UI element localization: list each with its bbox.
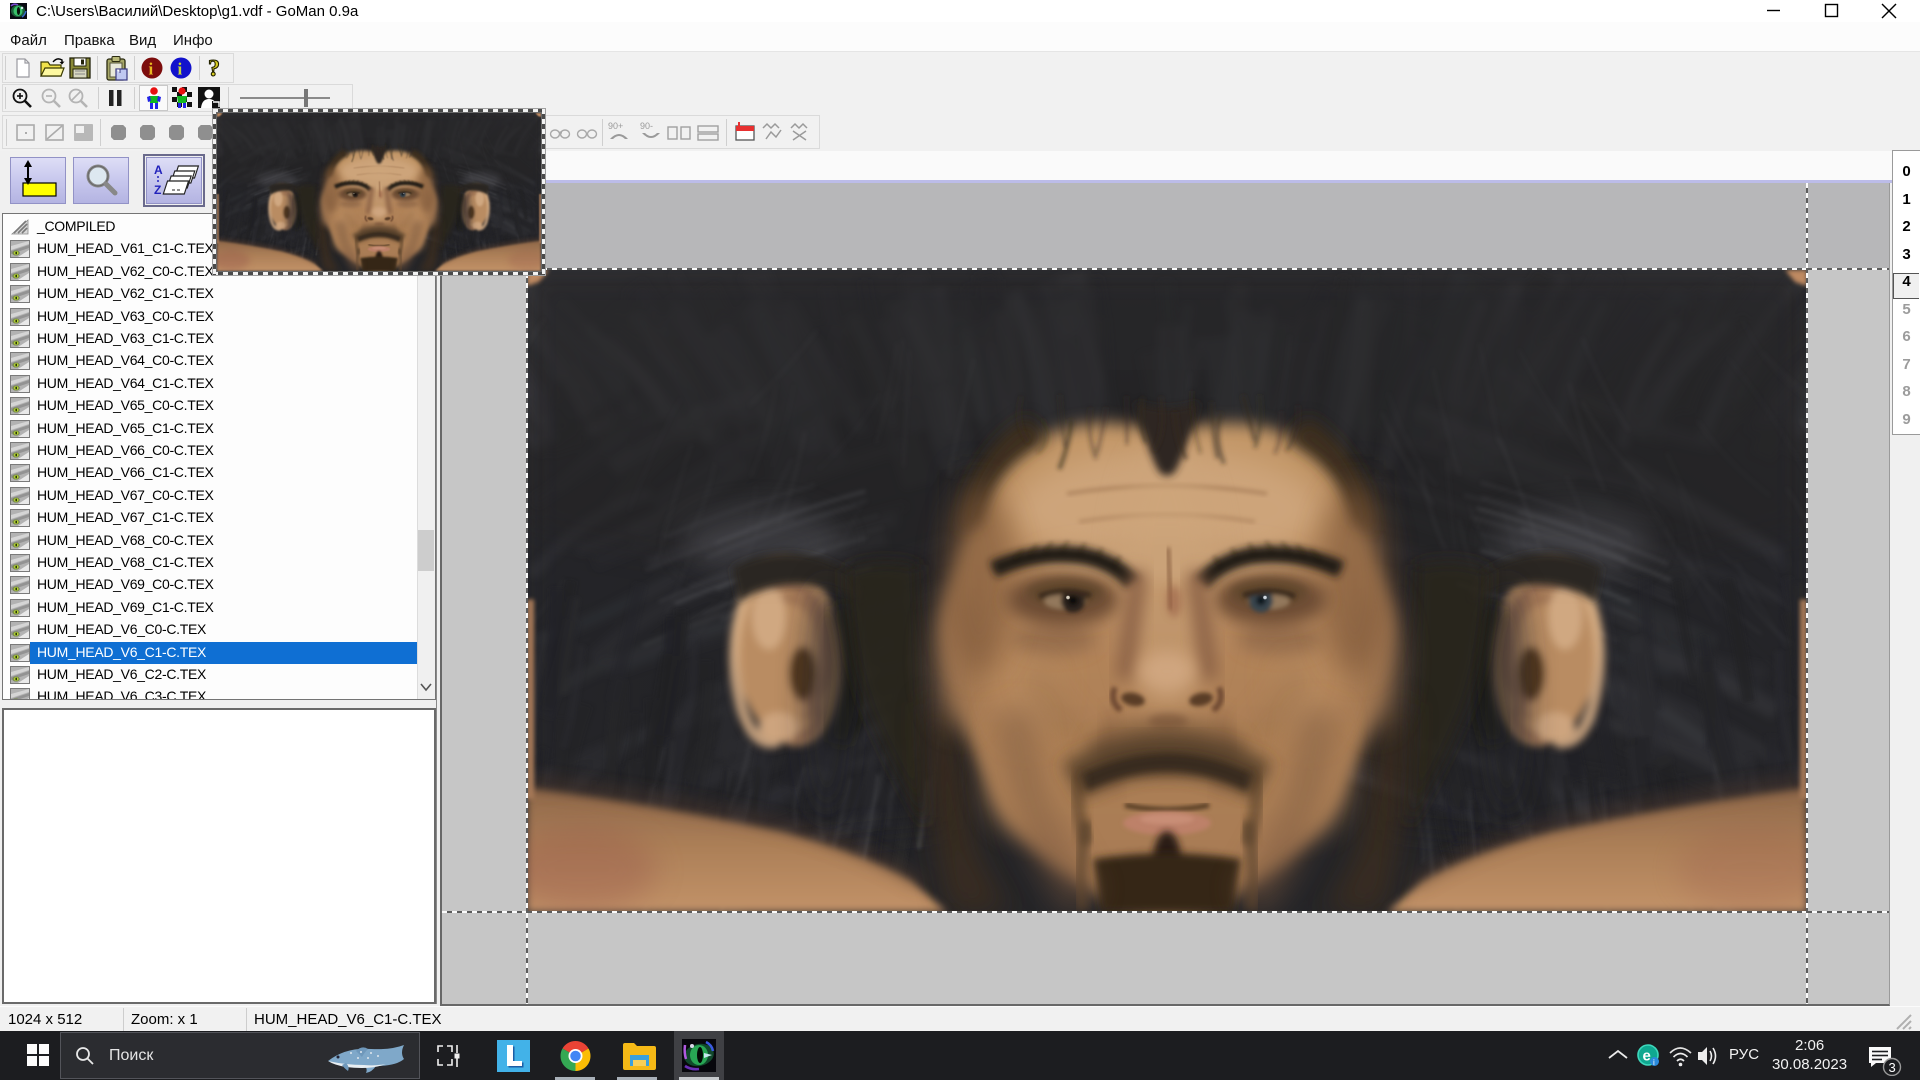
svg-text:?: ? xyxy=(208,56,220,82)
svg-text:e: e xyxy=(1643,1048,1651,1065)
svg-text:Z: Z xyxy=(154,183,161,197)
svg-text:i: i xyxy=(1653,1058,1655,1067)
svg-text:i: i xyxy=(149,60,154,79)
svg-text:90-: 90- xyxy=(640,121,653,131)
svg-text:A: A xyxy=(154,163,163,177)
svg-text:90+: 90+ xyxy=(608,121,623,131)
svg-text:i: i xyxy=(178,60,183,79)
svg-text:3: 3 xyxy=(1889,1060,1896,1075)
